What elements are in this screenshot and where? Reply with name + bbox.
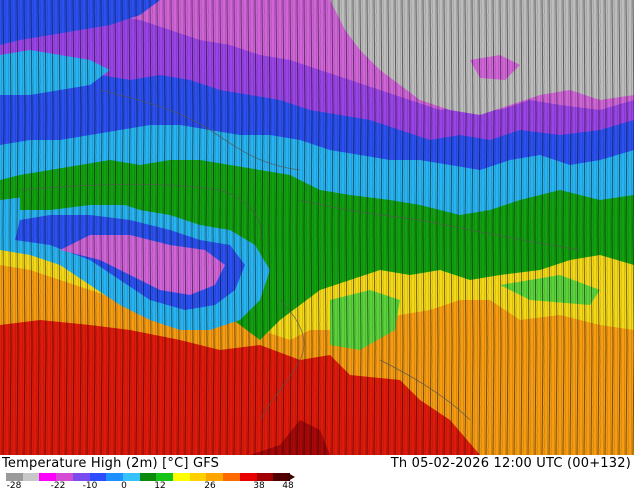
temperature-map-canvas xyxy=(0,0,634,455)
legend-color-segment xyxy=(223,473,240,481)
legend-color-segment xyxy=(173,473,190,481)
legend-color-segment xyxy=(39,473,57,481)
color-legend-bar xyxy=(6,473,290,481)
legend-color-segment xyxy=(256,473,274,481)
legend-color-segment xyxy=(22,473,40,481)
legend-color-segment xyxy=(122,473,140,481)
legend-color-segment xyxy=(189,473,207,481)
legend-color-segment xyxy=(239,473,257,481)
legend-color-segment xyxy=(72,473,90,481)
forecast-timestamp: Th 05-02-2026 12:00 UTC (00+132) xyxy=(390,456,631,471)
legend-color-segment xyxy=(139,473,157,481)
legend-color-segment xyxy=(206,473,224,481)
isoline-fine-overlay xyxy=(0,0,634,455)
legend-color-segment xyxy=(56,473,73,481)
legend-arrow-icon xyxy=(288,473,295,481)
map-footer: Temperature High (2m) [°C] GFS Th 05-02-… xyxy=(0,455,634,491)
weather-map[interactable] xyxy=(0,0,634,455)
legend-color-segment xyxy=(156,473,174,481)
map-title: Temperature High (2m) [°C] GFS xyxy=(2,456,220,471)
legend-color-segment xyxy=(89,473,107,481)
legend-color-segment xyxy=(106,473,123,481)
legend-color-segment xyxy=(6,473,23,481)
